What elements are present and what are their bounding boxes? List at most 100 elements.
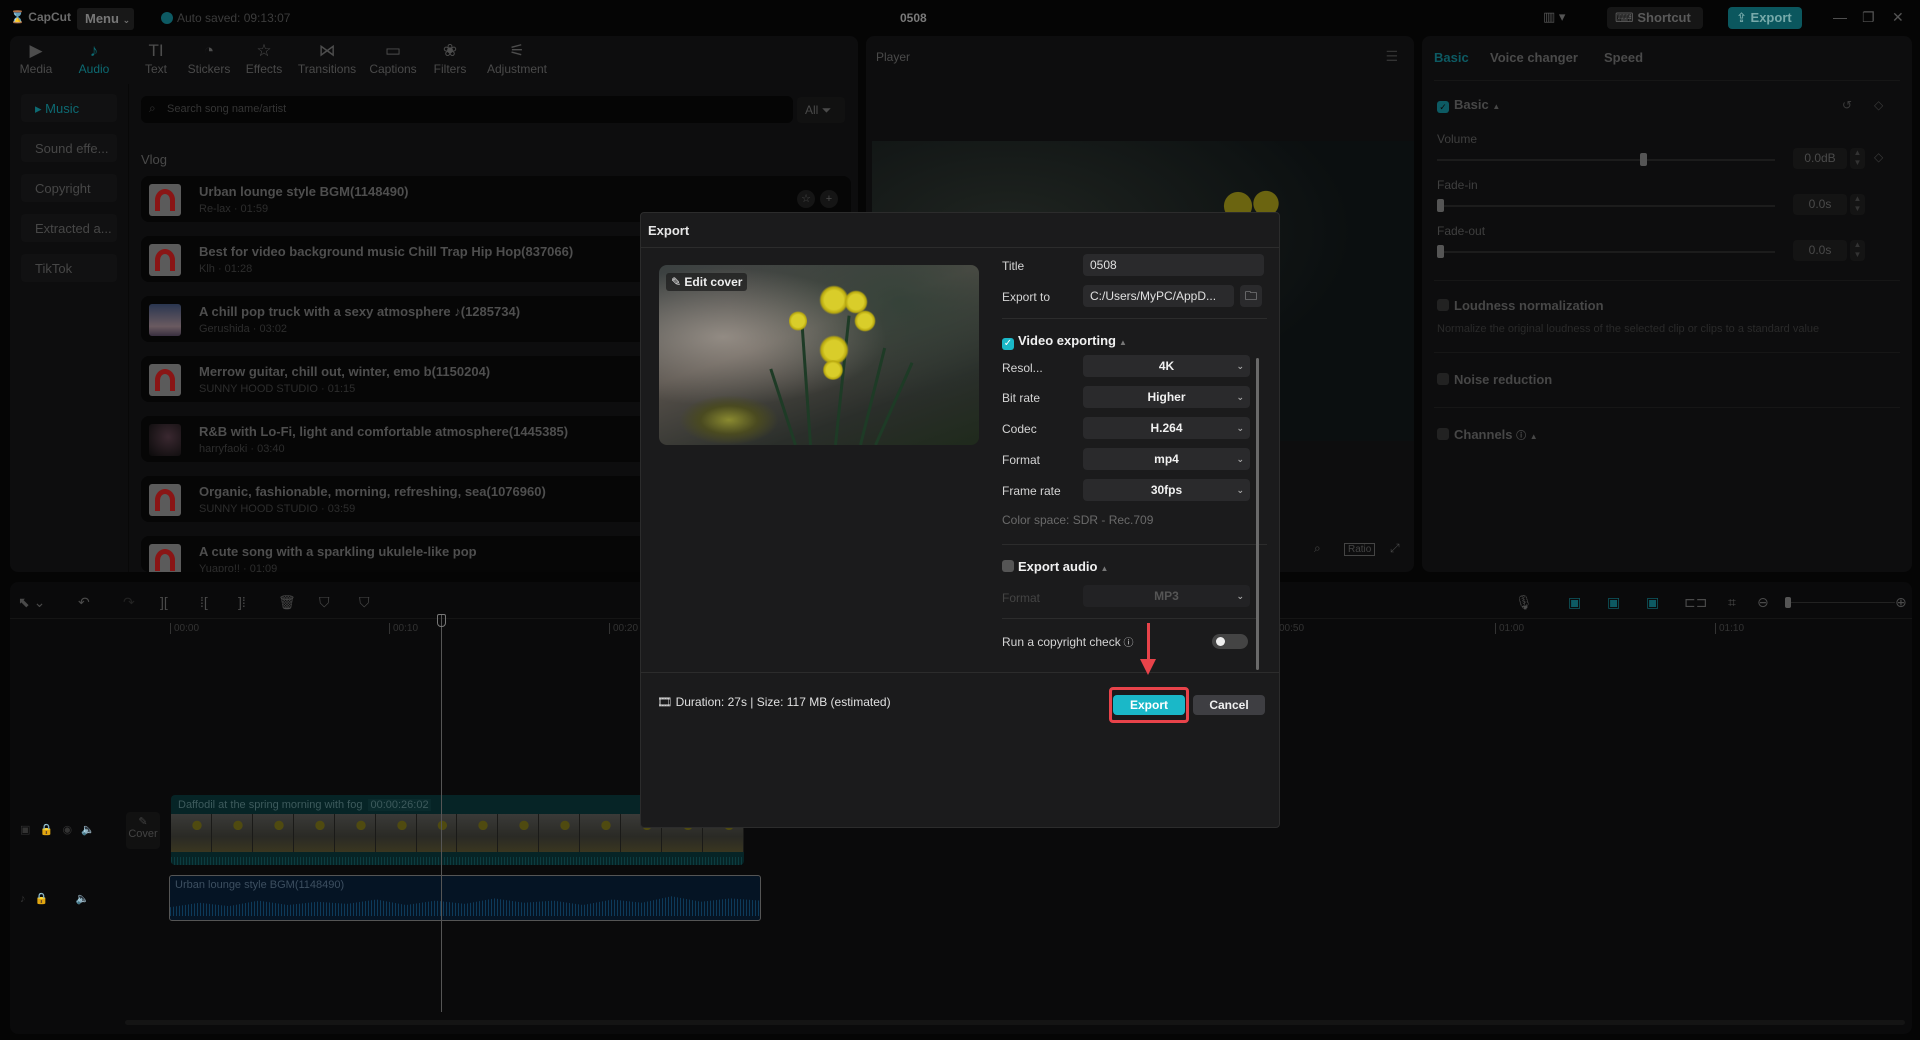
tab-stickers[interactable]: ◔ Stickers	[184, 40, 234, 76]
search-input[interactable]: ⌕ Search song name/artist	[141, 96, 793, 123]
playhead[interactable]	[441, 614, 442, 1012]
shortcut-button[interactable]: ⌨ Shortcut	[1607, 7, 1703, 29]
resolution-select[interactable]: 4K ⌄	[1083, 355, 1250, 377]
export-path-input[interactable]: C:/Users/MyPC/AppD...	[1083, 285, 1234, 307]
filter-button[interactable]: All ⏷	[797, 97, 845, 123]
tab-speed[interactable]: Speed	[1604, 50, 1643, 65]
split-right-icon[interactable]: ]⁞	[238, 594, 246, 610]
codec-select[interactable]: H.264 ⌄	[1083, 417, 1250, 439]
checkbox-icon[interactable]	[1437, 428, 1449, 440]
undo-icon[interactable]: ↶	[78, 594, 90, 611]
select-tool-icon[interactable]: ⬉ ⌄	[18, 594, 45, 611]
delete-icon[interactable]: 🗑	[278, 594, 296, 611]
split-preview-icon[interactable]: ⊏⊐	[1684, 594, 1707, 611]
sidebar-item-copyright[interactable]: Copyright	[21, 174, 117, 202]
tab-filters[interactable]: ❀ Filters	[430, 40, 470, 76]
fadein-slider-handle[interactable]	[1437, 199, 1444, 212]
menu-button[interactable]: Menu ⌄	[77, 8, 134, 30]
layout-icon[interactable]: ▥ ▾	[1543, 9, 1565, 25]
close-icon[interactable]: ✕	[1892, 9, 1904, 26]
reset-icon[interactable]: ↺	[1842, 98, 1852, 112]
keyframe-icon[interactable]: ◇	[1874, 98, 1883, 112]
auto-snap-icon[interactable]: ▣	[1607, 594, 1620, 611]
tab-captions[interactable]: ▭ Captions	[366, 40, 420, 76]
microphone-icon[interactable]: 🎙	[1515, 594, 1533, 611]
sidebar-item-extracted-audio[interactable]: Extracted a...	[21, 214, 117, 242]
keyframe-icon[interactable]: ◇	[1874, 150, 1883, 164]
tab-adjustment[interactable]: ⚟ Adjustment	[482, 40, 552, 76]
eye-icon[interactable]: ◉	[62, 824, 72, 836]
fadein-value[interactable]: 0.0s	[1793, 194, 1847, 215]
fullscreen-icon[interactable]: ⤢	[1390, 541, 1400, 556]
volume-slider[interactable]	[1437, 153, 1775, 166]
fadein-slider[interactable]	[1437, 199, 1775, 212]
export-audio-section[interactable]: Export audio ▲	[1002, 559, 1108, 574]
ai-marker-icon[interactable]: ⛉	[319, 594, 330, 611]
link-main-track-icon[interactable]: ▣	[1568, 594, 1581, 611]
audio-clip[interactable]: Urban lounge style BGM(1148490)	[169, 875, 761, 921]
checkbox-icon[interactable]	[1002, 560, 1014, 572]
playhead-handle[interactable]	[437, 614, 446, 627]
volume-slider-handle[interactable]	[1639, 153, 1647, 166]
lock-icon[interactable]: 🔒	[40, 824, 54, 836]
split-icon[interactable]: ][	[160, 594, 168, 610]
zoom-fit-icon[interactable]: ⌕	[1314, 541, 1321, 556]
speaker-icon[interactable]: 🔈	[76, 893, 90, 905]
framerate-select[interactable]: 30fps ⌄	[1083, 479, 1250, 501]
favorite-icon[interactable]: ☆	[797, 190, 815, 208]
edit-cover-button[interactable]: ✎ Edit cover	[666, 273, 748, 291]
link-icon[interactable]: ▣	[1646, 594, 1659, 611]
zoom-in-icon[interactable]: ⊕	[1895, 594, 1907, 611]
checkbox-checked-icon[interactable]: ✓	[1002, 338, 1014, 350]
redo-icon[interactable]: ↷	[123, 594, 135, 611]
tab-basic[interactable]: Basic	[1434, 50, 1469, 65]
sidebar-item-sound-effects[interactable]: Sound effe...	[21, 134, 117, 162]
fadeout-slider[interactable]	[1437, 245, 1775, 258]
cover-preview[interactable]: ✎ Edit cover	[659, 265, 979, 445]
tab-audio[interactable]: ♪ Audio	[76, 40, 112, 76]
split-left-icon[interactable]: ⁞[	[200, 594, 208, 610]
fadein-stepper[interactable]: ▲ ▼	[1850, 194, 1865, 215]
ratio-button[interactable]: Ratio	[1344, 541, 1376, 556]
timeline-zoom-slider[interactable]	[1785, 597, 1895, 608]
fadeout-value[interactable]: 0.0s	[1793, 240, 1847, 261]
zoom-out-icon[interactable]: ⊖	[1757, 594, 1769, 611]
checkbox-checked-icon[interactable]: ✓	[1437, 101, 1449, 113]
video-exporting-section[interactable]: ✓ Video exporting ▲	[1002, 333, 1127, 350]
minimize-icon[interactable]: —	[1833, 9, 1847, 25]
checkbox-icon[interactable]	[1437, 373, 1449, 385]
folder-icon[interactable]: 🗀	[1240, 285, 1262, 307]
cover-button[interactable]: ✎ Cover	[126, 812, 160, 849]
sidebar-item-tiktok[interactable]: TikTok	[21, 254, 117, 282]
bitrate-select[interactable]: Higher ⌄	[1083, 386, 1250, 408]
volume-stepper[interactable]: ▲ ▼	[1850, 148, 1865, 169]
cancel-button[interactable]: Cancel	[1193, 695, 1265, 715]
tab-media[interactable]: ▶ Media	[18, 40, 54, 76]
ruler-zoom-icon[interactable]: ⌗	[1728, 594, 1736, 611]
audio-format-select[interactable]: MP3 ⌄	[1083, 585, 1250, 607]
tab-text[interactable]: TI Text	[138, 40, 174, 76]
export-top-button[interactable]: ⇪ Export	[1728, 7, 1802, 29]
volume-value[interactable]: 0.0dB	[1793, 148, 1847, 169]
sidebar-item-music[interactable]: ▸ Music	[21, 94, 117, 122]
marker-icon[interactable]: ⛉	[359, 594, 370, 611]
loudness-section[interactable]: Loudness normalization	[1437, 298, 1604, 313]
fadeout-slider-handle[interactable]	[1437, 245, 1444, 258]
format-select[interactable]: mp4 ⌄	[1083, 448, 1250, 470]
basic-section[interactable]: ✓ Basic ▲	[1437, 97, 1500, 113]
add-icon[interactable]: +	[820, 190, 838, 208]
dialog-scrollbar[interactable]	[1256, 358, 1259, 670]
menu-icon[interactable]: ☰	[1385, 48, 1398, 65]
fadeout-stepper[interactable]: ▲ ▼	[1850, 240, 1865, 261]
channels-section[interactable]: Channels ⓘ ▲	[1437, 427, 1538, 442]
zoom-slider-handle[interactable]	[1785, 597, 1791, 608]
copyright-toggle[interactable]	[1212, 634, 1248, 649]
tab-transitions[interactable]: ⋈ Transitions	[296, 40, 358, 76]
lock-icon[interactable]: 🔒	[35, 893, 49, 905]
timeline-scrollbar[interactable]	[125, 1020, 1905, 1025]
restore-icon[interactable]: ❐	[1862, 9, 1875, 26]
tab-effects[interactable]: ☆ Effects	[242, 40, 286, 76]
noise-reduction-section[interactable]: Noise reduction	[1437, 372, 1552, 387]
title-input[interactable]: 0508	[1083, 254, 1264, 276]
checkbox-icon[interactable]	[1437, 299, 1449, 311]
